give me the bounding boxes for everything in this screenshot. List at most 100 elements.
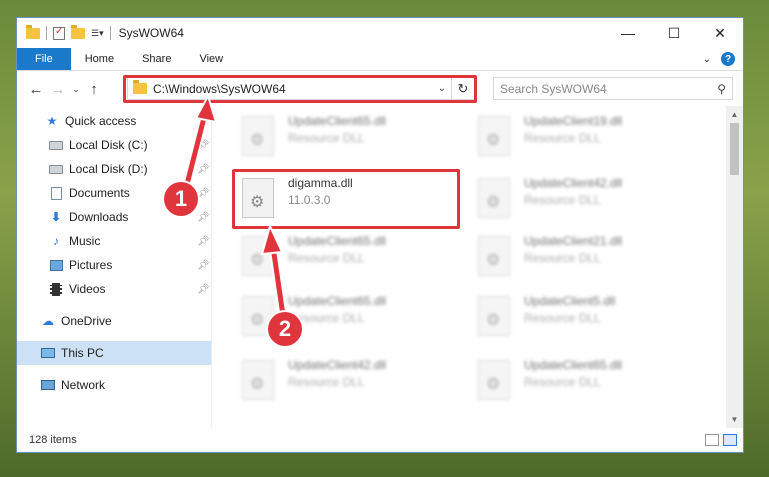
- sidebar-item-music[interactable]: ♪ Music 📌︎: [17, 229, 211, 253]
- pin-icon[interactable]: 📌︎: [197, 260, 210, 271]
- gear-icon: ⚙: [486, 194, 501, 211]
- navigation-pane: ★ Quick access Local Disk (C:) 📌︎ Local …: [17, 106, 212, 428]
- gear-icon: ⚙: [250, 132, 265, 149]
- file-name: UpdateClient42.dll: [288, 358, 387, 372]
- search-icon[interactable]: ⚲: [717, 82, 726, 96]
- pin-icon[interactable]: 📌︎: [197, 188, 210, 199]
- drive-icon: [49, 164, 63, 174]
- folder-icon[interactable]: [26, 24, 40, 39]
- item-count: 128 items: [29, 434, 77, 446]
- tab-view[interactable]: View: [185, 48, 237, 70]
- pin-icon[interactable]: 📌︎: [197, 236, 210, 247]
- new-folder-icon[interactable]: [71, 24, 85, 39]
- quick-access-toolbar: ☰▾: [17, 24, 111, 40]
- dll-file-icon: ⚙: [478, 360, 510, 400]
- sidebar-item-label: Local Disk (D:): [69, 162, 148, 176]
- vertical-scrollbar[interactable]: ▲ ▼: [726, 106, 743, 428]
- file-highlight: [232, 169, 460, 229]
- sidebar-item-label: Videos: [69, 282, 106, 296]
- gear-icon: ⚙: [250, 376, 265, 393]
- dll-file-icon: ⚙: [478, 178, 510, 218]
- expand-ribbon-icon[interactable]: ⌄: [703, 54, 711, 65]
- sidebar-item-this-pc[interactable]: This PC: [17, 341, 211, 365]
- customize-toolbar-icon[interactable]: ☰▾: [91, 28, 104, 39]
- file-item[interactable]: ⚙ UpdateClient42.dll Resource DLL: [478, 174, 698, 222]
- scrollbar-thumb[interactable]: [730, 123, 739, 175]
- file-item[interactable]: ⚙ UpdateClient65.dll Resource DLL: [478, 356, 698, 404]
- videos-icon: [50, 282, 62, 296]
- pin-icon[interactable]: 📌︎: [197, 140, 210, 151]
- help-icon[interactable]: ?: [721, 52, 735, 66]
- recent-locations-button[interactable]: ⌄: [69, 84, 83, 95]
- toolbar-divider: [109, 26, 111, 40]
- file-list: ⚙ UpdateClient65.dll Resource DLL ⚙ Upda…: [212, 106, 743, 428]
- back-button[interactable]: ←: [25, 81, 47, 98]
- downloads-icon: ⬇: [50, 210, 62, 224]
- maximize-button[interactable]: ☐: [651, 18, 697, 48]
- pictures-icon: [49, 259, 63, 271]
- gear-icon: ⚙: [486, 376, 501, 393]
- details-view-icon[interactable]: [705, 434, 719, 446]
- ribbon-right-controls: ⌄ ?: [703, 48, 743, 70]
- file-item[interactable]: ⚙ UpdateClient42.dll Resource DLL: [242, 356, 462, 404]
- file-item[interactable]: ⚙ UpdateClient65.dll Resource DLL: [242, 232, 462, 280]
- file-item[interactable]: ⚙ UpdateClient5.dll Resource DLL: [478, 292, 698, 340]
- file-type: Resource DLL: [524, 251, 601, 265]
- cloud-icon: ☁: [42, 314, 54, 328]
- sidebar-item-local-disk-d[interactable]: Local Disk (D:) 📌︎: [17, 157, 211, 181]
- star-icon: ★: [46, 114, 58, 128]
- pin-icon[interactable]: 📌︎: [197, 284, 210, 295]
- file-item[interactable]: ⚙ UpdateClient19.dll Resource DLL: [478, 112, 698, 160]
- scroll-up-icon[interactable]: ▲: [726, 106, 743, 123]
- step-marker-2: 2: [268, 312, 302, 346]
- pin-icon[interactable]: 📌︎: [197, 212, 210, 223]
- file-type: Resource DLL: [524, 131, 601, 145]
- gear-icon: ⚙: [250, 312, 265, 329]
- sidebar-item-videos[interactable]: Videos 📌︎: [17, 277, 211, 301]
- dll-file-icon: ⚙: [478, 116, 510, 156]
- status-bar: 128 items: [17, 428, 743, 452]
- dll-file-icon: ⚙: [242, 360, 274, 400]
- minimize-button[interactable]: —: [605, 18, 651, 48]
- gear-icon: ⚙: [486, 252, 501, 269]
- properties-icon[interactable]: [53, 26, 65, 40]
- sidebar-item-label: This PC: [61, 346, 104, 360]
- file-name: UpdateClient65.dll: [288, 294, 387, 308]
- tab-share[interactable]: Share: [128, 48, 185, 70]
- file-name: UpdateClient65.dll: [288, 114, 387, 128]
- gear-icon: ⚙: [486, 312, 501, 329]
- documents-icon-wrap: [49, 186, 63, 200]
- search-placeholder: Search SysWOW64: [500, 81, 607, 96]
- dll-file-icon: ⚙: [478, 296, 510, 336]
- large-icons-view-icon[interactable]: [723, 434, 737, 446]
- file-type: Resource DLL: [288, 251, 365, 265]
- file-type: Resource DLL: [524, 193, 601, 207]
- gear-icon: ⚙: [486, 132, 501, 149]
- computer-icon-wrap: [41, 346, 55, 360]
- sidebar-item-pictures[interactable]: Pictures 📌︎: [17, 253, 211, 277]
- sidebar-item-label: Network: [61, 378, 106, 392]
- file-name: UpdateClient19.dll: [524, 114, 623, 128]
- close-button[interactable]: ✕: [697, 18, 743, 48]
- up-button[interactable]: ↑: [83, 81, 105, 98]
- sidebar-item-label: Pictures: [69, 258, 113, 272]
- tab-file[interactable]: File: [17, 48, 71, 70]
- address-row: ← → ⌄ ↑ C:\Windows\SysWOW64 ⌄ ↻ Search S…: [17, 71, 743, 107]
- view-switcher: [705, 434, 743, 446]
- gear-icon: ⚙: [250, 252, 265, 269]
- file-item[interactable]: ⚙ UpdateClient21.dll Resource DLL: [478, 232, 698, 280]
- sidebar-item-local-disk-c[interactable]: Local Disk (C:) 📌︎: [17, 133, 211, 157]
- scroll-down-icon[interactable]: ▼: [726, 411, 743, 428]
- dll-file-icon: ⚙: [242, 236, 274, 276]
- sidebar-item-network[interactable]: Network: [17, 373, 211, 397]
- ribbon-tabs: File Home Share View ⌄ ?: [17, 48, 743, 71]
- tab-home[interactable]: Home: [71, 48, 128, 70]
- drive-icon: [49, 140, 63, 150]
- forward-button[interactable]: →: [47, 81, 69, 98]
- file-item[interactable]: ⚙ UpdateClient65.dll Resource DLL: [242, 112, 462, 160]
- sidebar-item-label: Documents: [69, 186, 130, 200]
- pin-icon[interactable]: 📌︎: [197, 164, 210, 175]
- sidebar-item-quick-access[interactable]: ★ Quick access: [17, 109, 211, 133]
- sidebar-item-onedrive[interactable]: ☁ OneDrive: [17, 309, 211, 333]
- search-input[interactable]: Search SysWOW64 ⚲: [493, 77, 733, 100]
